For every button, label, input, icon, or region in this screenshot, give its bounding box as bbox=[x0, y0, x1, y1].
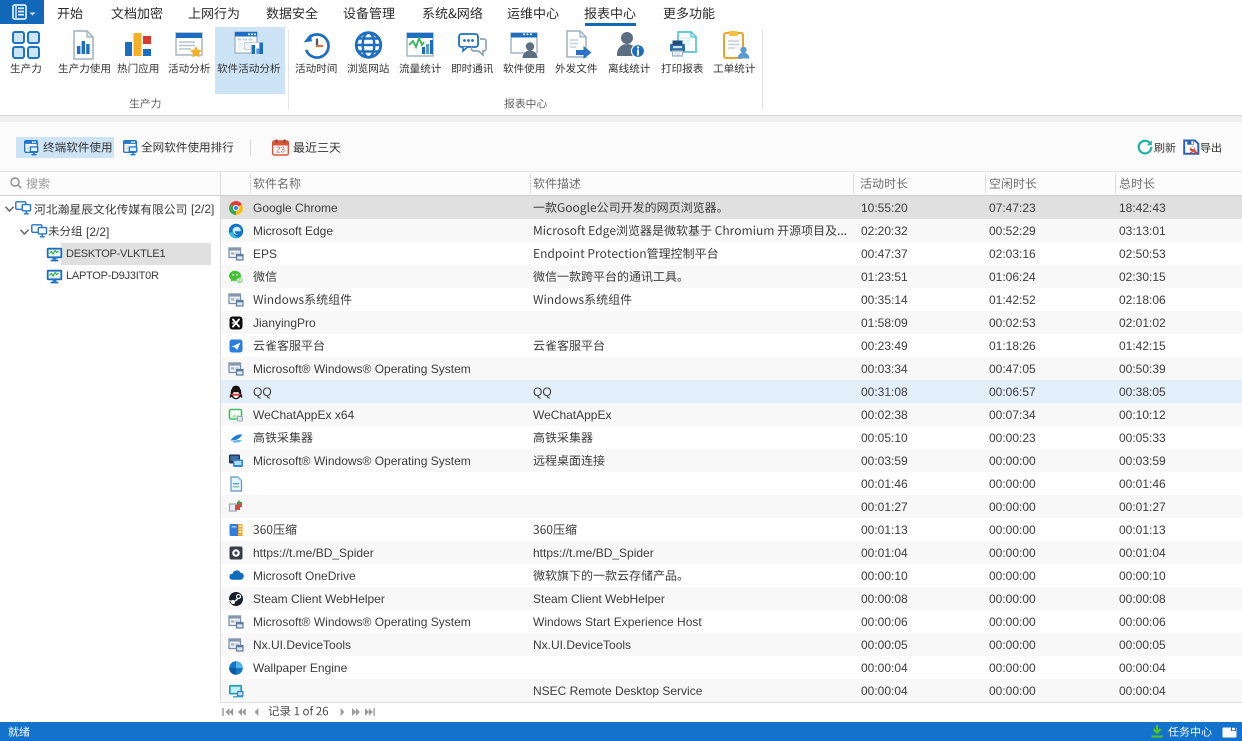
svg-text:23: 23 bbox=[276, 146, 285, 155]
